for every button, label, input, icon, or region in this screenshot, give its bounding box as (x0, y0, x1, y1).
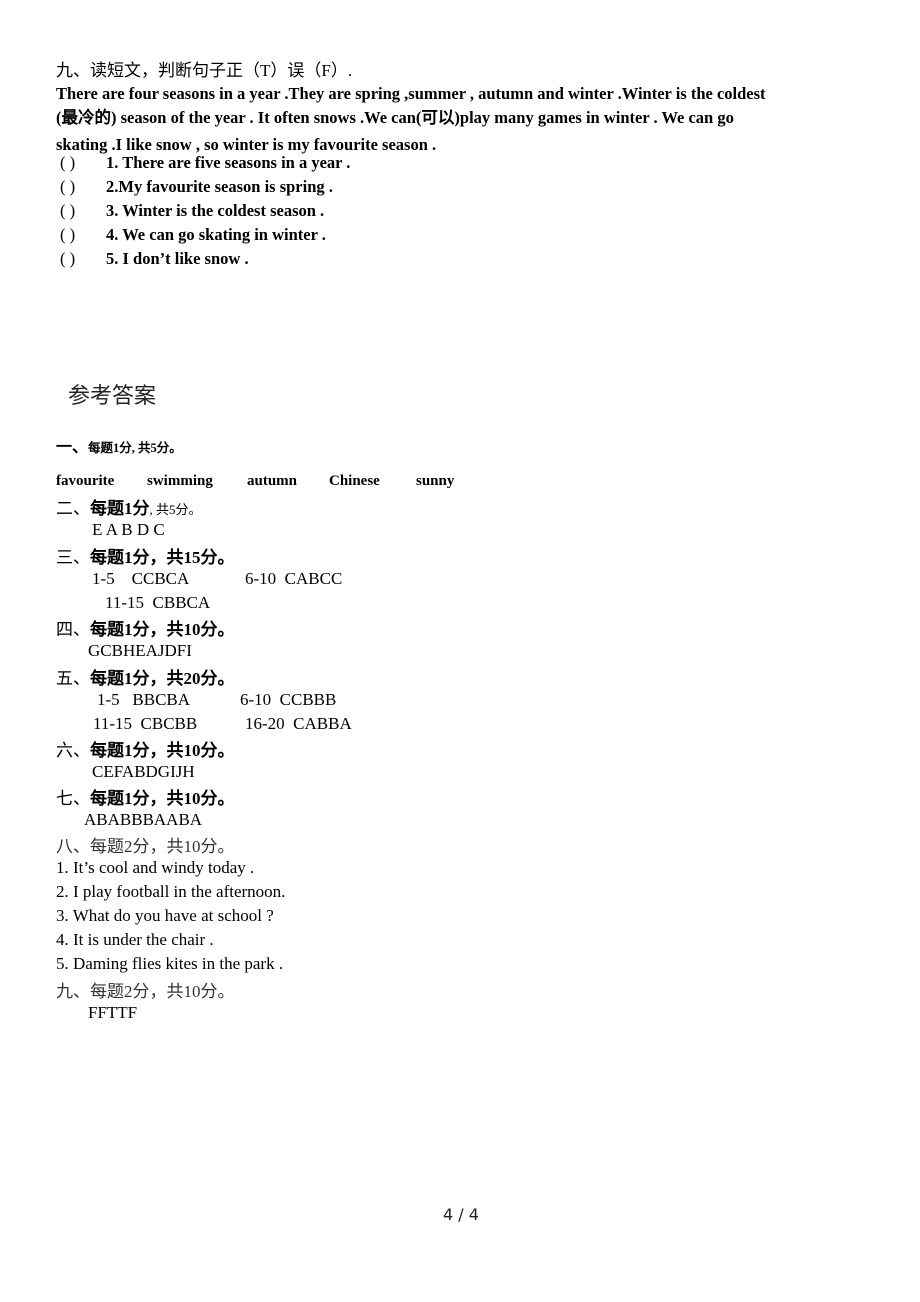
answer-word: favourite (56, 473, 115, 489)
section-number: 八、 (56, 837, 90, 856)
answer-line: 6-10 CABCC (245, 569, 343, 588)
answer-line: 16-20 CABBA (245, 714, 352, 733)
section-number: 一、 (56, 439, 89, 456)
section-heading: 三、每题1分，共15分。 (56, 543, 235, 568)
answer-line: CEFABDGIJH (92, 762, 195, 781)
question-item: ( ) 1. There are five seasons in a year . (60, 153, 350, 173)
section-score-rest: , 共5分。 (149, 502, 202, 517)
section-number: 三、 (56, 548, 90, 567)
answer-line: 3. What do you have at school ? (56, 906, 274, 925)
answer-line: 5. Daming flies kites in the park . (56, 954, 284, 973)
answer-word: sunny (416, 473, 455, 489)
reading-passage: There are four seasons in a year .They a… (56, 82, 866, 157)
answer-line: FFTTF (88, 1003, 138, 1022)
section-heading: 五、每题1分，共20分。 (56, 664, 235, 689)
section-score: 每题1分，共10分。 (90, 789, 235, 808)
answer-blank[interactable]: ( ) (60, 201, 106, 221)
section-score: 每题1分, 共5分。 (88, 441, 182, 455)
exercise-heading: 九、读短文，判断句子正（T）误（F）. (56, 61, 353, 80)
answer-word: autumn (247, 473, 298, 489)
answer-line: GCBHEAJDFI (88, 641, 192, 660)
answer-line: 2. I play football in the afternoon. (56, 882, 286, 901)
answer-line: 1-5 BBCBA (97, 690, 191, 709)
passage-line: There are four seasons in a year .They a… (56, 84, 766, 103)
question-text: 2.My favourite season is spring . (106, 177, 333, 196)
section-score: 每题1分，共10分。 (90, 620, 235, 639)
section-heading: 一、每题1分, 共5分。 (56, 433, 182, 457)
section-heading: 七、每题1分，共10分。 (56, 784, 235, 809)
section-score: 每题2分，共10分。 (90, 982, 235, 1001)
section-number: 四、 (56, 620, 90, 639)
section-number: 六、 (56, 741, 90, 760)
section-heading: 四、每题1分，共10分。 (56, 615, 235, 640)
section-heading: 九、每题2分，共10分。 (56, 977, 235, 1002)
section-heading: 八、每题2分，共10分。 (56, 832, 235, 857)
answer-blank[interactable]: ( ) (60, 153, 106, 173)
section-number: 七、 (56, 789, 90, 808)
section-score: 每题1分 (90, 499, 150, 518)
answer-line: 11-15 CBBCA (105, 593, 211, 612)
passage-line: (最冷的) season of the year . It often snow… (56, 108, 734, 127)
section-score: 每题1分，共10分。 (90, 741, 235, 760)
answer-line: E A B D C (92, 520, 165, 539)
question-item: ( ) 5. I don’t like snow . (60, 249, 249, 269)
section-score: 每题1分，共20分。 (90, 669, 235, 688)
answer-blank[interactable]: ( ) (60, 177, 106, 197)
answer-word: swimming (147, 473, 213, 489)
section-heading: 六、每题1分，共10分。 (56, 736, 235, 761)
answer-line: ABABBBAABA (84, 810, 203, 829)
section-heading: 二、每题1分, 共5分。 (56, 494, 202, 519)
answer-blank[interactable]: ( ) (60, 249, 106, 269)
answer-blank[interactable]: ( ) (60, 225, 106, 245)
question-text: 3. Winter is the coldest season . (106, 201, 325, 220)
question-text: 5. I don’t like snow . (106, 249, 249, 268)
answer-line: 1. It’s cool and windy today . (56, 858, 255, 877)
question-text: 4. We can go skating in winter . (106, 225, 326, 244)
section-score: 每题2分，共10分。 (90, 837, 235, 856)
answer-word: Chinese (329, 473, 380, 489)
answer-key-title: 参考答案 (68, 384, 157, 409)
question-text: 1. There are five seasons in a year . (106, 153, 351, 172)
answer-line: 1-5 CCBCA (92, 569, 190, 588)
question-item: ( ) 3. Winter is the coldest season . (60, 201, 324, 221)
section-score: 每题1分，共15分。 (90, 548, 235, 567)
answer-line: 4. It is under the chair . (56, 930, 214, 949)
section-number: 九、 (56, 982, 90, 1001)
section-number: 五、 (56, 669, 90, 688)
question-item: ( ) 4. We can go skating in winter . (60, 225, 326, 245)
page-number: 4 / 4 (443, 1205, 479, 1224)
answer-line: 11-15 CBCBB (93, 714, 198, 733)
answer-line: 6-10 CCBBB (240, 690, 337, 709)
section-number: 二、 (56, 499, 90, 518)
question-item: ( ) 2.My favourite season is spring . (60, 177, 333, 197)
